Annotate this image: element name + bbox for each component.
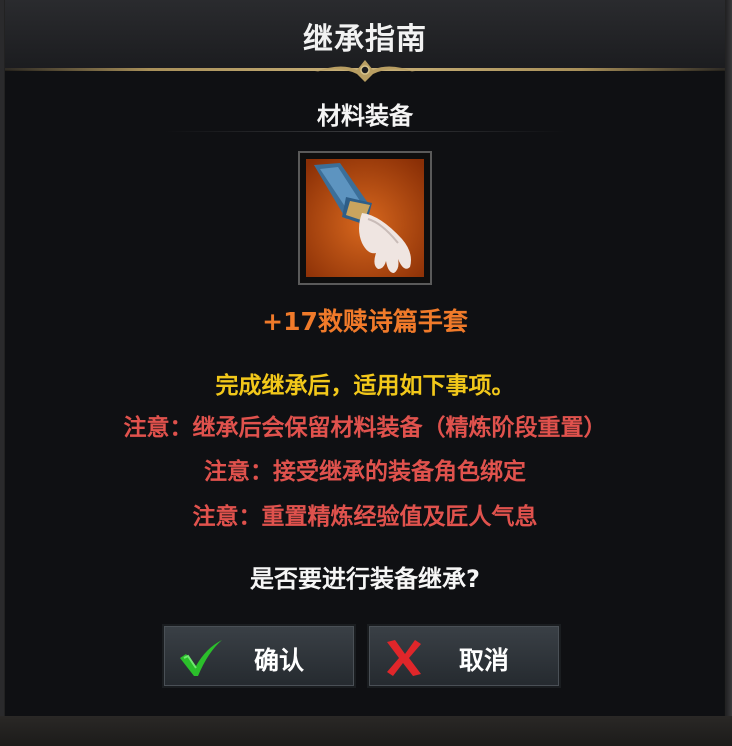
confirm-question: 是否要进行装备继承? bbox=[250, 565, 480, 593]
item-name: +17救赎诗篇手套 bbox=[262, 307, 468, 336]
section-divider bbox=[165, 131, 565, 132]
info-text: 完成继承后，适用如下事项。 bbox=[215, 373, 515, 399]
note-text: 注意：继承后会保留材料装备（精炼阶段重置） bbox=[123, 415, 607, 441]
note-text: 注意：重置精炼经验值及匠人气息 bbox=[192, 504, 538, 530]
gauntlet-icon bbox=[306, 159, 424, 277]
note-text: 注意：接受继承的装备角色绑定 bbox=[204, 459, 526, 485]
item-slot[interactable] bbox=[298, 151, 432, 285]
section-title: 材料装备 bbox=[317, 102, 413, 130]
cancel-button-label: 取消 bbox=[459, 646, 510, 675]
inheritance-guide-dialog: 继承指南 材料装备 +17救赎诗篇手套 完成继承后，适用如下事项。 注意：继承后… bbox=[4, 0, 726, 716]
cancel-button[interactable]: 取消 bbox=[367, 624, 561, 688]
confirm-button-label: 确认 bbox=[254, 646, 305, 675]
title-ornament-icon bbox=[315, 60, 415, 82]
confirm-button[interactable]: 确认 bbox=[162, 624, 356, 688]
background-footer bbox=[0, 716, 732, 746]
checkmark-icon bbox=[180, 640, 222, 676]
close-icon bbox=[387, 640, 421, 676]
